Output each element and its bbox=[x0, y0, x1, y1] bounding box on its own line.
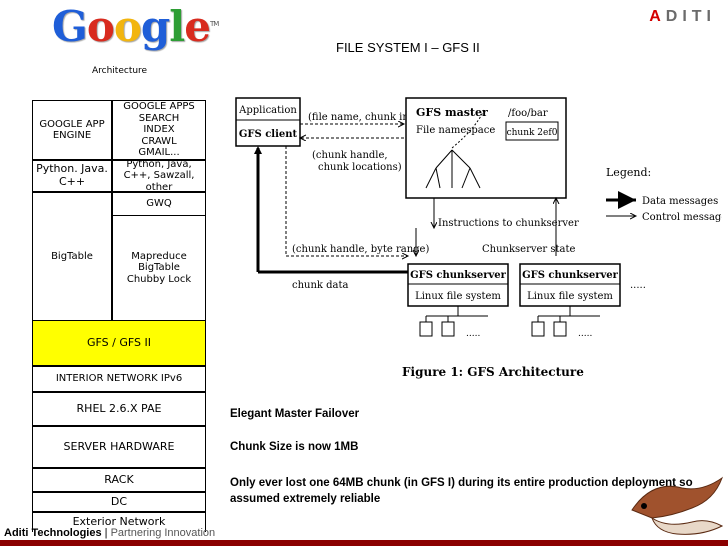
chunk-2ef0-label: chunk 2ef0 bbox=[507, 128, 558, 138]
mapreduce-cell: Mapreduce BigTable Chubby Lock bbox=[112, 216, 206, 320]
gwq-cell: GWQ bbox=[112, 192, 206, 216]
chunk-locations-label: chunk locations) bbox=[318, 162, 402, 173]
google-tm: TM bbox=[209, 20, 219, 28]
google-app-engine-cell: GOOGLE APP ENGINE bbox=[32, 100, 112, 160]
footer: Aditi Technologies | Partnering Innovati… bbox=[4, 527, 215, 539]
google-letter-o2: o bbox=[113, 2, 142, 51]
slide-title: FILE SYSTEM I – GFS II bbox=[336, 40, 480, 55]
application-label: Application bbox=[238, 105, 297, 116]
google-letter-g: G bbox=[52, 2, 88, 51]
python-java-cpp-cell: Python. Java. C++ bbox=[32, 160, 112, 192]
architecture-label: Architecture bbox=[92, 66, 148, 76]
chunk-data-label: chunk data bbox=[292, 280, 349, 291]
figure-caption: Figure 1: GFS Architecture bbox=[402, 365, 584, 379]
foo-bar-label: /foo/bar bbox=[508, 108, 548, 119]
bigtable-cell: BigTable bbox=[32, 192, 112, 320]
gfs-client-label: GFS client bbox=[239, 129, 298, 140]
disk-ellipsis-2: ..... bbox=[578, 329, 592, 339]
gfs-architecture-figure: Application GFS client (file name, chunk… bbox=[235, 97, 722, 379]
linux-fs-2-label: Linux file system bbox=[527, 291, 613, 302]
aditi-logo: ADITI bbox=[649, 8, 716, 26]
google-apps-label: GOOGLE APPS bbox=[123, 101, 195, 113]
chunk-handle-byte-range-label: (chunk handle, byte range) bbox=[292, 244, 429, 255]
instructions-label: Instructions to chunkserver bbox=[438, 218, 579, 229]
disk-icons bbox=[419, 306, 600, 337]
google-letter-l: l bbox=[169, 2, 185, 51]
crawl-label: CRAWL bbox=[141, 135, 177, 147]
chunk-size-note: Chunk Size is now 1MB bbox=[230, 441, 359, 453]
server-hardware-cell: SERVER HARDWARE bbox=[32, 426, 206, 468]
chubby-lock-label: Chubby Lock bbox=[126, 273, 192, 285]
aditi-logo-a: A bbox=[649, 8, 666, 25]
chunkserver-ellipsis: ..... bbox=[630, 280, 646, 291]
languages-cell: Python, Java, C++, Sawzall, other bbox=[112, 159, 206, 193]
google-apps-cell: GOOGLE APPS SEARCH INDEX CRAWL GMAIL... bbox=[112, 100, 206, 160]
control-messages-label: Control messages bbox=[642, 212, 722, 223]
rhel-cell: RHEL 2.6.X PAE bbox=[32, 392, 206, 426]
legend-label: Legend: bbox=[606, 166, 651, 179]
google-logo: GoogleTM bbox=[52, 2, 219, 51]
google-letter-g2: g bbox=[140, 2, 170, 51]
rack-cell: RACK bbox=[32, 468, 206, 492]
failover-note: Elegant Master Failover bbox=[230, 408, 360, 420]
footer-bar bbox=[0, 540, 728, 546]
interior-network-cell: INTERIOR NETWORK IPv6 bbox=[32, 366, 206, 392]
gfs-master-label: GFS master bbox=[416, 106, 488, 119]
chunk-loss-note-line-2: assumed extremely reliable bbox=[230, 493, 381, 505]
footer-brand: Aditi Technologies bbox=[4, 527, 102, 539]
linux-fs-1-label: Linux file system bbox=[415, 291, 501, 302]
bird-illustration bbox=[631, 476, 724, 535]
disk-ellipsis-1: ..... bbox=[466, 329, 480, 339]
google-letter-e: e bbox=[184, 2, 211, 51]
gfs-cell: GFS / GFS II bbox=[32, 320, 206, 366]
dc-cell: DC bbox=[32, 492, 206, 512]
aditi-logo-rest: DITI bbox=[665, 8, 716, 25]
google-letter-o1: o bbox=[86, 2, 115, 51]
data-messages-label: Data messages bbox=[642, 196, 718, 207]
search-label: SEARCH bbox=[138, 112, 180, 124]
bigtable-small-label: BigTable bbox=[138, 262, 180, 274]
index-label: INDEX bbox=[143, 124, 175, 136]
chunkserver-2-label: GFS chunkserver bbox=[522, 270, 619, 281]
chunk-handle-label: (chunk handle, bbox=[312, 150, 388, 161]
mapreduce-label: Mapreduce bbox=[131, 250, 187, 262]
file-namespace-label: File namespace bbox=[416, 125, 495, 136]
chunkserver-state-label: Chunkserver state bbox=[482, 244, 576, 255]
footer-tagline: Partnering Innovation bbox=[110, 527, 216, 539]
footer-separator: | bbox=[101, 527, 111, 539]
gmail-label: GMAIL... bbox=[138, 147, 180, 159]
chunkserver-1-label: GFS chunkserver bbox=[410, 270, 507, 281]
